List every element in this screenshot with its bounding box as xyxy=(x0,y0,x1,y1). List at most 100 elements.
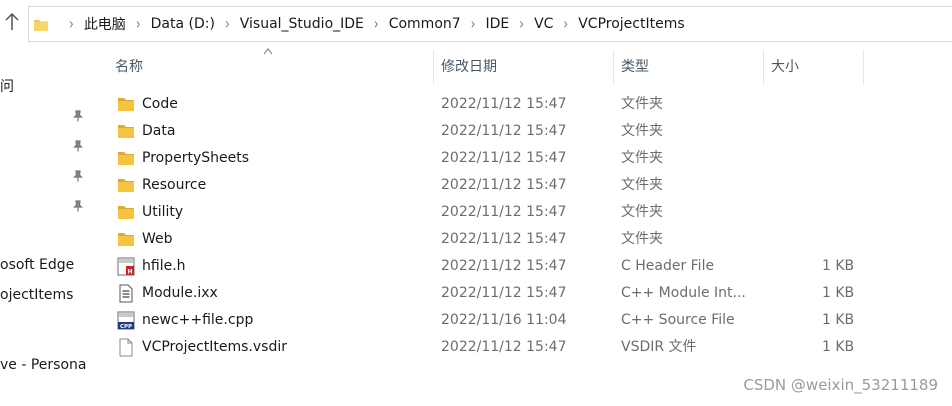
file-row[interactable]: Data 2022/11/12 15:47 文件夹 xyxy=(104,118,864,145)
file-name: Module.ixx xyxy=(142,285,218,301)
file-size: 1 KB xyxy=(822,285,855,301)
folder-icon xyxy=(116,95,136,114)
file-type: 文件夹 xyxy=(621,204,663,220)
breadcrumb-item[interactable]: Visual_Studio_IDE xyxy=(240,16,364,32)
text-file-icon xyxy=(116,284,136,303)
column-divider[interactable] xyxy=(763,50,764,84)
breadcrumb-item[interactable]: 此电脑 xyxy=(84,14,126,34)
chevron-right-icon[interactable]: › xyxy=(519,15,524,33)
file-size: 1 KB xyxy=(822,312,855,328)
blank-file-icon xyxy=(116,338,136,357)
pin-icon[interactable] xyxy=(72,200,84,212)
nav-item-label[interactable]: osoft Edge xyxy=(0,257,74,273)
file-type: 文件夹 xyxy=(621,150,663,166)
folder-icon xyxy=(116,122,136,141)
folder-icon xyxy=(116,203,136,222)
file-size xyxy=(822,199,854,226)
file-type: C Header File xyxy=(621,258,715,274)
file-size xyxy=(822,118,854,145)
file-date-modified: 2022/11/12 15:47 xyxy=(441,204,567,220)
nav-item-label[interactable]: 问 xyxy=(0,76,14,96)
nav-item-label[interactable]: ve - Persona xyxy=(0,357,86,373)
file-type: VSDIR 文件 xyxy=(621,339,697,355)
file-row[interactable]: Code 2022/11/12 15:47 文件夹 xyxy=(104,91,864,118)
file-size xyxy=(822,91,854,118)
breadcrumb-item[interactable]: VC xyxy=(534,16,553,32)
file-size: 1 KB xyxy=(822,339,855,355)
file-type: 文件夹 xyxy=(621,231,663,247)
chevron-right-icon[interactable]: › xyxy=(374,15,379,33)
file-name: hfile.h xyxy=(142,258,186,274)
header-file-icon: H xyxy=(116,257,136,276)
file-row[interactable]: Module.ixx 2022/11/12 15:47 C++ Module Int… xyxy=(104,280,864,307)
file-date-modified: 2022/11/12 15:47 xyxy=(441,123,567,139)
chevron-right-icon[interactable]: › xyxy=(225,15,230,33)
column-divider[interactable] xyxy=(863,50,864,84)
file-size xyxy=(822,172,854,199)
column-divider[interactable] xyxy=(613,50,614,84)
pin-icon[interactable] xyxy=(72,110,84,122)
file-name: Resource xyxy=(142,177,207,193)
address-bar[interactable]: › 此电脑 › Data (D:) › Visual_Studio_IDE › Common7… xyxy=(28,6,952,42)
file-date-modified: 2022/11/12 15:47 xyxy=(441,150,567,166)
column-header-name[interactable]: 名称 xyxy=(115,50,143,84)
breadcrumb-item[interactable]: Data (D:) xyxy=(151,16,215,32)
file-type: 文件夹 xyxy=(621,123,663,139)
column-header-type[interactable]: 类型 xyxy=(621,50,649,84)
file-size xyxy=(822,145,854,172)
file-name: VCProjectItems.vsdir xyxy=(142,339,287,355)
column-divider[interactable] xyxy=(433,50,434,84)
breadcrumb: › 此电脑 › Data (D:) › Visual_Studio_IDE › Common7… xyxy=(33,7,685,41)
file-date-modified: 2022/11/12 15:47 xyxy=(441,231,567,247)
address-row: › 此电脑 › Data (D:) › Visual_Studio_IDE › Common7… xyxy=(0,0,952,46)
up-arrow-icon[interactable] xyxy=(2,12,22,36)
navigation-pane: 问 osoft Edge ojectItems ve - Persona xyxy=(0,46,92,406)
folder-icon xyxy=(33,17,49,31)
file-name: Utility xyxy=(142,204,184,220)
file-date-modified: 2022/11/12 15:47 xyxy=(441,258,567,274)
nav-item-label[interactable]: ojectItems xyxy=(0,287,73,303)
file-name: PropertySheets xyxy=(142,150,250,166)
file-row[interactable]: Web 2022/11/12 15:47 文件夹 xyxy=(104,226,864,253)
file-row[interactable]: VCProjectItems.vsdir 2022/11/12 15:47 VSDI… xyxy=(104,334,864,361)
column-header-size[interactable]: 大小 xyxy=(771,50,799,84)
file-row[interactable]: CPP newc++file.cpp 2022/11/16 11:04 C++ Sou… xyxy=(104,307,864,334)
file-name: newc++file.cpp xyxy=(142,312,254,328)
breadcrumb-item[interactable]: IDE xyxy=(485,16,509,32)
pin-icon[interactable] xyxy=(72,140,84,152)
file-row[interactable]: Utility 2022/11/12 15:47 文件夹 xyxy=(104,199,864,226)
file-type: 文件夹 xyxy=(621,177,663,193)
chevron-right-icon[interactable]: › xyxy=(563,15,568,33)
file-size: 1 KB xyxy=(822,258,855,274)
file-date-modified: 2022/11/12 15:47 xyxy=(441,177,567,193)
file-name: Code xyxy=(142,96,178,112)
breadcrumb-item[interactable]: Common7 xyxy=(389,16,461,32)
file-type: 文件夹 xyxy=(621,96,663,112)
file-row[interactable]: PropertySheets 2022/11/12 15:47 文件夹 xyxy=(104,145,864,172)
file-type: C++ Source File xyxy=(621,312,735,328)
file-size xyxy=(822,226,854,253)
file-date-modified: 2022/11/12 15:47 xyxy=(441,96,567,112)
file-row[interactable]: Resource 2022/11/12 15:47 文件夹 xyxy=(104,172,864,199)
file-type: C++ Module Int... xyxy=(621,285,746,301)
pin-icon[interactable] xyxy=(72,170,84,182)
file-name: Web xyxy=(142,231,173,247)
chevron-right-icon[interactable]: › xyxy=(69,15,74,33)
svg-text:CPP: CPP xyxy=(120,324,132,330)
chevron-right-icon[interactable]: › xyxy=(136,15,141,33)
file-row[interactable]: Hhfile.h 2022/11/12 15:47 C Header File 1 K… xyxy=(104,253,864,280)
cpp-file-icon: CPP xyxy=(116,311,136,330)
file-name: Data xyxy=(142,123,176,139)
svg-text:H: H xyxy=(127,269,132,276)
folder-icon xyxy=(116,176,136,195)
breadcrumb-item[interactable]: VCProjectItems xyxy=(578,16,684,32)
watermark: CSDN @weixin_53211189 xyxy=(743,376,938,394)
chevron-right-icon[interactable]: › xyxy=(471,15,476,33)
file-date-modified: 2022/11/12 15:47 xyxy=(441,285,567,301)
folder-icon xyxy=(116,230,136,249)
file-date-modified: 2022/11/12 15:47 xyxy=(441,339,567,355)
file-date-modified: 2022/11/16 11:04 xyxy=(441,312,567,328)
column-header-date[interactable]: 修改日期 xyxy=(441,50,497,84)
sort-ascending-icon xyxy=(263,48,273,55)
folder-icon xyxy=(116,149,136,168)
